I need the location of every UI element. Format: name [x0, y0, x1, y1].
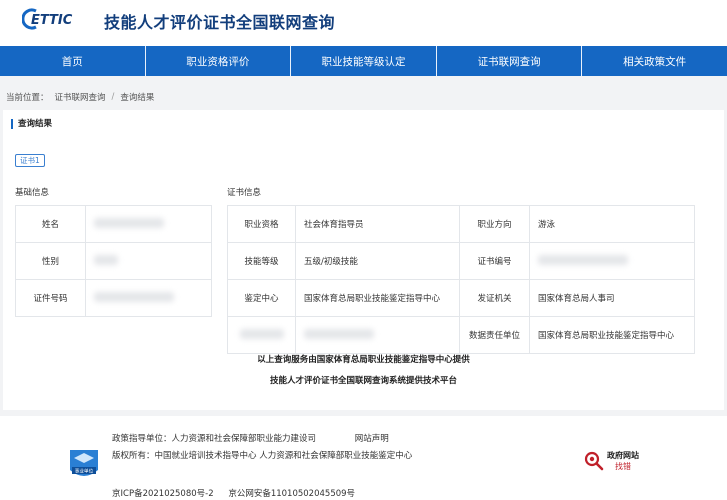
label-id-number: 证件号码	[15, 279, 86, 317]
cert-info-title: 证书信息	[227, 188, 262, 198]
table-row: 职业资格 社会体育指导员 职业方向 游泳	[227, 205, 695, 243]
gov-website-badge[interactable]: 政府网站 找错	[584, 450, 639, 472]
basic-info-table: 姓名 性别 证件号码	[15, 205, 212, 317]
basic-info-title: 基础信息	[15, 188, 50, 198]
header: ETTIC 技能人才评价证书全国联网查询	[0, 0, 727, 46]
magnifier-icon	[584, 451, 604, 471]
cert-tab[interactable]: 证书1	[15, 154, 45, 167]
value-name	[85, 205, 212, 243]
table-row: 姓名	[15, 205, 212, 243]
footer: 事业单位 政策指导单位：人力资源和社会保障部职业能力建设司 网站声明 版权所有：…	[0, 416, 727, 500]
cert-value: 五级/初级技能	[295, 242, 460, 280]
main-nav: 首页 职业资格评价 职业技能等级认定 证书联网查询 相关政策文件	[0, 46, 727, 76]
table-row: 性别	[15, 242, 212, 280]
cert-label-redacted	[227, 316, 296, 354]
cert-label: 职业资格	[227, 205, 296, 243]
nav-cert-query[interactable]: 证书联网查询	[437, 46, 583, 76]
redacted-value	[304, 328, 374, 339]
cert-value: 国家体育总局人事司	[529, 279, 695, 317]
breadcrumb: 当前位置： 证书联网查询 / 查询结果	[6, 91, 154, 103]
cert-label: 数据责任单位	[459, 316, 530, 354]
value-id-number	[85, 279, 212, 317]
gov-badge-text: 政府网站 找错	[607, 450, 639, 472]
gov-badge-sub: 找错	[615, 462, 631, 471]
result-panel: 查询结果 证书1 基础信息 证书信息 姓名 性别 证件号码 职业资格 社会体育指…	[3, 110, 724, 410]
emblem-label: 事业单位	[75, 468, 94, 475]
breadcrumb-result: 查询结果	[120, 93, 155, 103]
table-row: 技能等级 五级/初级技能 证书编号	[227, 242, 695, 280]
cert-label: 技能等级	[227, 242, 296, 280]
cert-info-table: 职业资格 社会体育指导员 职业方向 游泳 技能等级 五级/初级技能 证书编号 鉴…	[227, 205, 695, 354]
label-gender: 性别	[15, 242, 86, 280]
notice-provider: 以上查询服务由国家体育总局职业技能鉴定指导中心提供	[257, 355, 470, 365]
ettic-logo[interactable]: ETTIC	[22, 8, 98, 30]
breadcrumb-separator: /	[111, 92, 115, 102]
cert-value: 国家体育总局职业技能鉴定指导中心	[529, 316, 695, 354]
nav-skill-level[interactable]: 职业技能等级认定	[291, 46, 437, 76]
nav-policy[interactable]: 相关政策文件	[582, 46, 727, 76]
notice-platform: 技能人才评价证书全国联网查询系统提供技术平台	[269, 376, 457, 386]
footer-guide-line: 政策指导单位：人力资源和社会保障部职业能力建设司 网站声明	[112, 432, 389, 444]
copyright: 版权所有：中国就业培训技术指导中心 人力资源和社会保障部职业技能鉴定中心	[112, 451, 413, 461]
redacted-value	[94, 254, 118, 265]
cert-value-redacted	[295, 316, 460, 354]
redacted-value	[538, 254, 628, 265]
site-statement-link[interactable]: 网站声明	[355, 434, 389, 444]
value-gender	[85, 242, 212, 280]
section-title: 查询结果	[11, 119, 52, 129]
cert-label: 证书编号	[459, 242, 530, 280]
table-row: 鉴定中心 国家体育总局职业技能鉴定指导中心 发证机关 国家体育总局人事司	[227, 279, 695, 317]
breadcrumb-cert-query[interactable]: 证书联网查询	[55, 91, 106, 103]
cert-label: 鉴定中心	[227, 279, 296, 317]
police-record-link[interactable]: 京公网安备11010502045509号	[228, 489, 355, 499]
table-row: 数据责任单位 国家体育总局职业技能鉴定指导中心	[227, 316, 695, 354]
cert-value: 国家体育总局职业技能鉴定指导中心	[295, 279, 460, 317]
icp-record-link[interactable]: 京ICP备2021025080号-2	[112, 489, 214, 499]
gov-badge-title: 政府网站	[607, 451, 639, 460]
redacted-value	[239, 328, 284, 339]
cert-value-number	[529, 242, 695, 280]
cert-value: 社会体育指导员	[295, 205, 460, 243]
nav-home[interactable]: 首页	[0, 46, 146, 76]
redacted-value	[94, 217, 164, 228]
cert-label: 职业方向	[459, 205, 530, 243]
nav-qualification[interactable]: 职业资格评价	[146, 46, 292, 76]
label-name: 姓名	[15, 205, 86, 243]
cert-value: 游泳	[529, 205, 695, 243]
cert-label: 发证机关	[459, 279, 530, 317]
table-row: 证件号码	[15, 279, 212, 317]
policy-guide-unit: 政策指导单位：人力资源和社会保障部职业能力建设司	[112, 434, 317, 444]
logo-text: ETTIC	[31, 13, 73, 28]
breadcrumb-prefix: 当前位置：	[6, 93, 49, 103]
site-title: 技能人才评价证书全国联网查询	[104, 13, 336, 32]
redacted-value	[94, 291, 174, 302]
footer-filing-line: 京ICP备2021025080号-2 京公网安备11010502045509号	[112, 487, 355, 499]
public-institution-emblem[interactable]: 事业单位	[68, 448, 100, 482]
